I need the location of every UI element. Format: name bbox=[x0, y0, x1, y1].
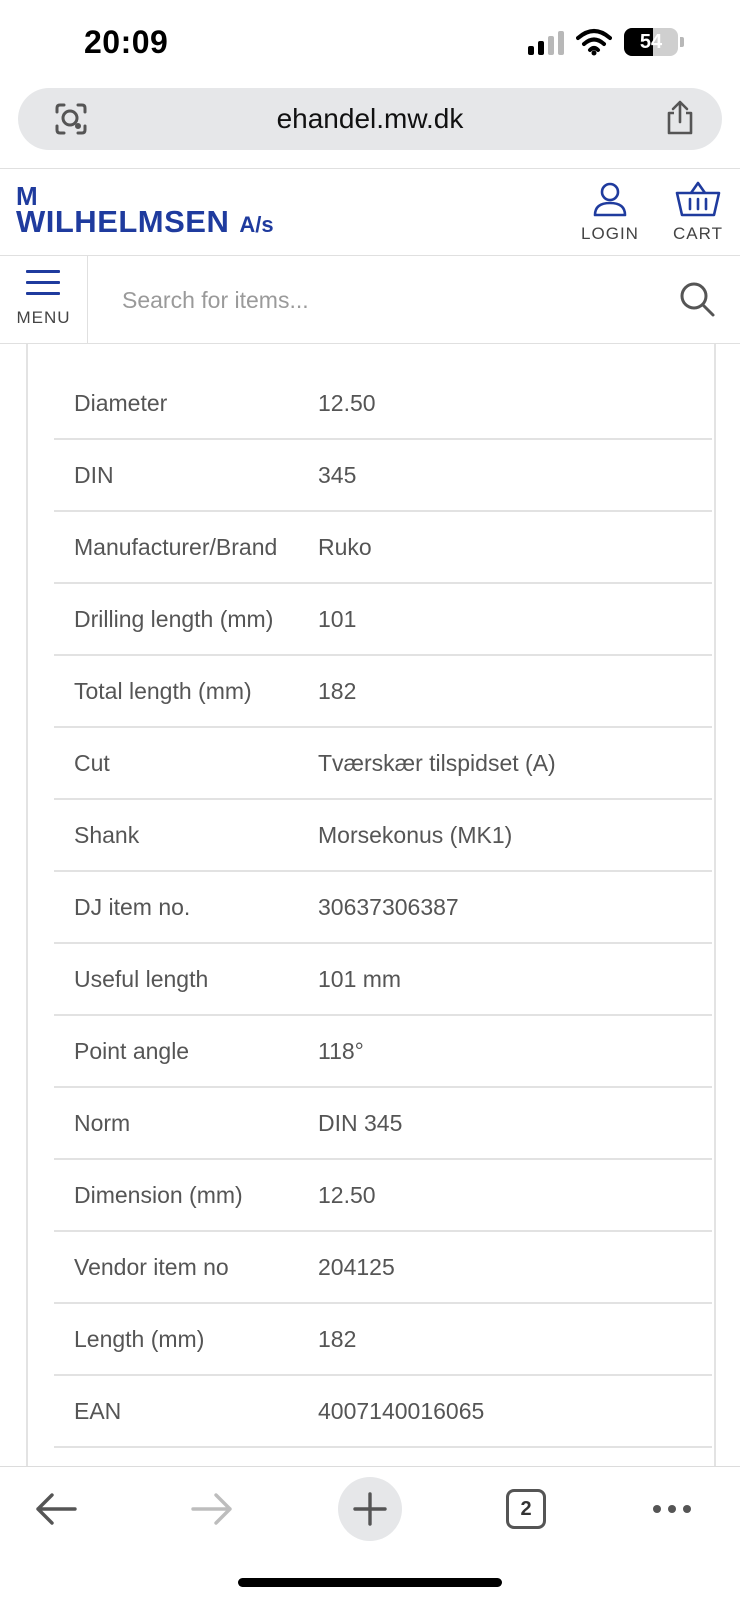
spec-row: Point angle 118° bbox=[54, 1016, 712, 1088]
cellular-signal-icon bbox=[528, 29, 564, 55]
spec-value: 345 bbox=[318, 461, 357, 488]
status-time: 20:09 bbox=[84, 24, 169, 60]
spec-value: DIN 345 bbox=[318, 1109, 403, 1136]
spec-label: DJ item no. bbox=[74, 893, 191, 920]
new-tab-button[interactable] bbox=[338, 1477, 402, 1541]
battery-icon: 54 bbox=[624, 28, 678, 56]
cart-button[interactable]: CART bbox=[666, 181, 730, 244]
spec-value: Ruko bbox=[318, 533, 372, 560]
wilhelmsen-logo[interactable]: M WILHELMSEN A/s bbox=[16, 183, 274, 239]
spec-row: Drilling length (mm) 101 bbox=[54, 584, 712, 656]
logo-suffix: A/s bbox=[239, 212, 274, 237]
spec-label: EAN bbox=[74, 1397, 122, 1424]
spec-label: Cut bbox=[74, 749, 110, 776]
spec-label: Norm bbox=[74, 1109, 131, 1136]
spec-value: 30637306387 bbox=[318, 893, 459, 920]
spec-label: Dimension (mm) bbox=[74, 1181, 243, 1208]
spec-label: Manufacturer/Brand bbox=[74, 533, 278, 560]
spec-label: Shank bbox=[74, 821, 140, 848]
share-icon[interactable] bbox=[664, 100, 696, 136]
product-content: Diameter 12.50 DIN 345 Manufacturer/Brand Ruk… bbox=[0, 344, 740, 1466]
spec-value: 4007140016065 bbox=[318, 1397, 485, 1424]
address-bar[interactable]: ehandel.mw.dk bbox=[18, 88, 722, 150]
spec-value: 12.50 bbox=[318, 1181, 376, 1208]
arrow-right-icon bbox=[191, 1493, 232, 1525]
plus-icon bbox=[353, 1492, 387, 1526]
spec-label: DIN bbox=[74, 461, 114, 488]
spec-row: Useful length 101 mm bbox=[54, 944, 712, 1016]
spec-value: 182 bbox=[318, 677, 357, 704]
battery-tip bbox=[680, 37, 684, 47]
menu-button[interactable]: MENU bbox=[0, 256, 88, 343]
spec-value: 12.50 bbox=[318, 389, 376, 416]
spec-value: Morsekonus (MK1) bbox=[318, 821, 513, 848]
spec-row: Cut Tværskær tilspidset (A) bbox=[54, 728, 712, 800]
spec-label: Diameter bbox=[74, 389, 168, 416]
search-input[interactable] bbox=[122, 276, 642, 324]
spec-row: Manufacturer/Brand Ruko bbox=[54, 512, 712, 584]
tabs-icon: 2 bbox=[506, 1489, 546, 1529]
battery-percent: 54 bbox=[639, 31, 663, 53]
spec-row: Norm DIN 345 bbox=[54, 1088, 712, 1160]
spec-label: Useful length bbox=[74, 965, 209, 992]
spec-value: Tværskær tilspidset (A) bbox=[318, 749, 556, 776]
spec-value: 101 mm bbox=[318, 965, 402, 992]
spec-row: DIN 345 bbox=[54, 440, 712, 512]
spec-row: EAN 4007140016065 bbox=[54, 1376, 712, 1448]
spec-value: 204125 bbox=[318, 1253, 395, 1280]
search-icon[interactable] bbox=[678, 280, 716, 318]
spec-value: 101 bbox=[318, 605, 357, 632]
spec-row: Shank Morsekonus (MK1) bbox=[54, 800, 712, 872]
spec-row: Diameter 12.50 bbox=[54, 368, 712, 440]
arrow-left-icon bbox=[36, 1493, 77, 1525]
home-indicator bbox=[238, 1578, 502, 1587]
spec-label: Point angle bbox=[74, 1037, 190, 1064]
spec-row: Vendor item no 204125 bbox=[54, 1232, 712, 1304]
logo-name: WILHELMSEN bbox=[16, 204, 230, 239]
spec-label: Total length (mm) bbox=[74, 677, 252, 704]
hamburger-icon bbox=[26, 270, 60, 303]
spec-label: Length (mm) bbox=[74, 1325, 205, 1352]
spec-row: DJ item no. 30637306387 bbox=[54, 872, 712, 944]
forward-button[interactable] bbox=[180, 1477, 244, 1541]
site-header: M WILHELMSEN A/s LOGIN CART bbox=[0, 168, 740, 256]
spec-value: 182 bbox=[318, 1325, 357, 1352]
login-button[interactable]: LOGIN bbox=[578, 181, 642, 244]
more-icon bbox=[653, 1505, 691, 1513]
back-button[interactable] bbox=[24, 1477, 88, 1541]
spec-row: Length (mm) 182 bbox=[54, 1304, 712, 1376]
spec-row: Dimension (mm) 12.50 bbox=[54, 1160, 712, 1232]
status-bar: 20:09 54 bbox=[0, 0, 740, 88]
menu-label: MENU bbox=[16, 308, 71, 327]
spec-label: Drilling length (mm) bbox=[74, 605, 274, 632]
more-button[interactable] bbox=[640, 1477, 704, 1541]
status-icons: 54 bbox=[528, 28, 684, 56]
login-label: LOGIN bbox=[581, 224, 639, 243]
user-icon bbox=[593, 182, 627, 217]
spec-table: Diameter 12.50 DIN 345 Manufacturer/Brand Ruk… bbox=[54, 368, 712, 1448]
wifi-icon bbox=[576, 29, 612, 56]
basket-icon bbox=[675, 181, 721, 217]
cart-label: CART bbox=[673, 224, 723, 243]
url-text[interactable]: ehandel.mw.dk bbox=[18, 88, 722, 150]
search-row: MENU bbox=[0, 256, 740, 344]
spec-label: Vendor item no bbox=[74, 1253, 229, 1280]
spec-value: 118° bbox=[318, 1037, 364, 1064]
spec-row: Total length (mm) 182 bbox=[54, 656, 712, 728]
tabs-button[interactable]: 2 bbox=[494, 1477, 558, 1541]
